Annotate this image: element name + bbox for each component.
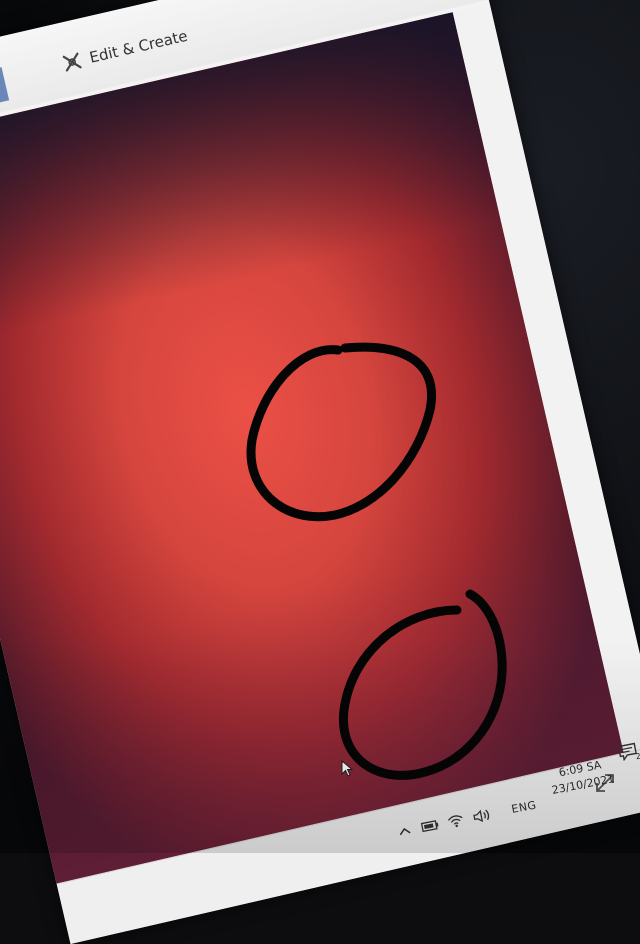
- chevron-up-icon[interactable]: [397, 825, 413, 837]
- edit-create-icon: [60, 50, 84, 74]
- notification-icon[interactable]: 2: [617, 742, 640, 762]
- mouse-cursor-icon: [341, 759, 355, 782]
- volume-icon[interactable]: [471, 807, 493, 825]
- edit-create-button[interactable]: Edit & Create: [59, 19, 191, 81]
- taskbar-clock[interactable]: 6:09 SA 23/10/2021: [540, 754, 623, 800]
- language-indicator[interactable]: ENG: [510, 798, 537, 816]
- wifi-icon[interactable]: [446, 812, 466, 829]
- edit-create-label: Edit & Create: [87, 26, 190, 67]
- notification-count-badge: 2: [634, 751, 640, 762]
- battery-icon[interactable]: [420, 819, 440, 833]
